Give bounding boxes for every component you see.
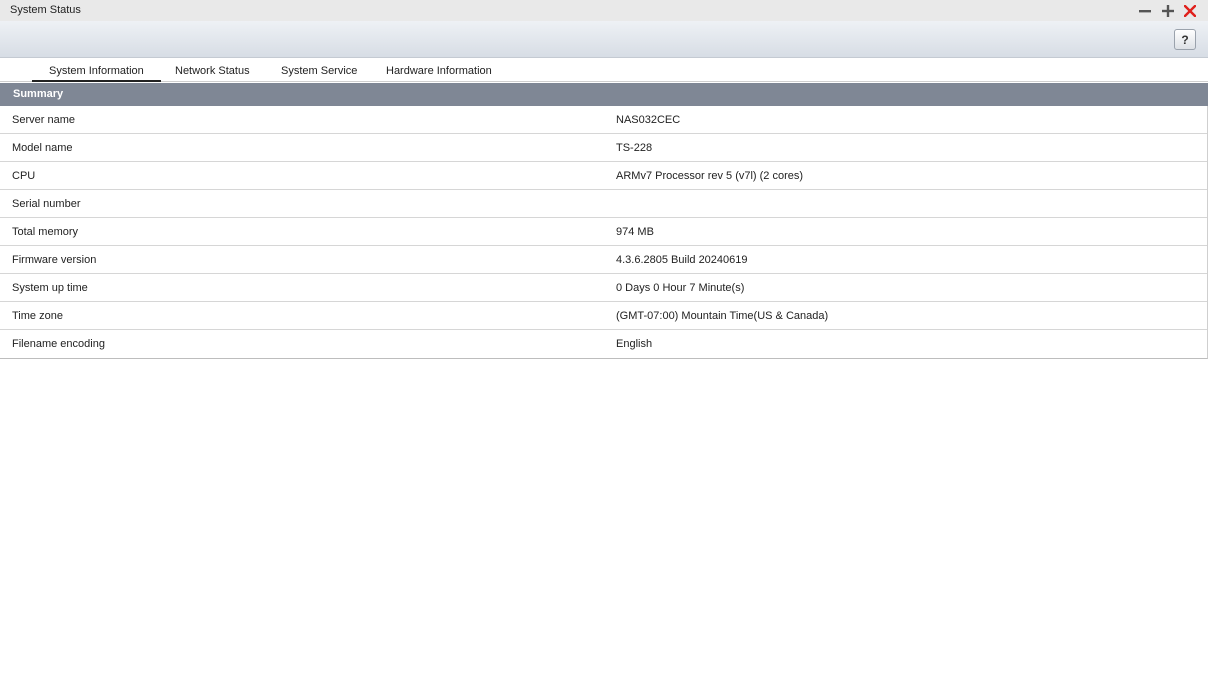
window-title: System Status <box>10 4 81 16</box>
row-value: ARMv7 Processor rev 5 (v7l) (2 cores) <box>616 170 804 182</box>
summary-table: Server name NAS032CEC Model name TS-228 … <box>0 106 1208 359</box>
table-row: Filename encoding English <box>0 330 1207 358</box>
row-label: Firmware version <box>12 254 97 266</box>
row-value: 974 MB <box>616 226 654 238</box>
row-label: System up time <box>12 282 88 294</box>
summary-section-header: Summary <box>0 83 1208 106</box>
tab-hardware-information[interactable]: Hardware Information <box>386 65 492 77</box>
minimize-icon <box>1139 9 1151 12</box>
table-row: System up time 0 Days 0 Hour 7 Minute(s) <box>0 274 1207 302</box>
row-value: English <box>616 338 653 350</box>
row-label: CPU <box>12 170 36 182</box>
table-row: CPU ARMv7 Processor rev 5 (v7l) (2 cores… <box>0 162 1207 190</box>
minimize-button[interactable] <box>1136 2 1154 19</box>
row-label: Total memory <box>12 226 79 238</box>
tab-system-information[interactable]: System Information <box>32 65 161 82</box>
row-label: Time zone <box>12 310 63 322</box>
row-value: 4.3.6.2805 Build 20240619 <box>616 254 748 266</box>
row-value: TS-228 <box>616 142 653 154</box>
maximize-button[interactable] <box>1159 2 1177 19</box>
row-label: Filename encoding <box>12 338 105 350</box>
row-label: Server name <box>12 114 75 126</box>
system-status-window: System Status ? System Information Netwo… <box>0 0 1208 700</box>
title-bar: System Status <box>0 0 1208 21</box>
table-row: Time zone (GMT-07:00) Mountain Time(US &… <box>0 302 1207 330</box>
table-row: Total memory 974 MB <box>0 218 1207 246</box>
table-row: Server name NAS032CEC <box>0 106 1207 134</box>
toolbar: ? <box>0 21 1208 58</box>
table-row: Firmware version 4.3.6.2805 Build 202406… <box>0 246 1207 274</box>
row-label: Serial number <box>12 198 81 210</box>
row-value: NAS032CEC <box>616 114 681 126</box>
help-button[interactable]: ? <box>1174 29 1196 50</box>
row-label: Model name <box>12 142 73 154</box>
row-value: 0 Days 0 Hour 7 Minute(s) <box>616 282 745 294</box>
tab-network-status[interactable]: Network Status <box>175 65 250 77</box>
row-value: (GMT-07:00) Mountain Time(US & Canada) <box>616 310 829 322</box>
plus-icon <box>1162 4 1174 17</box>
table-row: Serial number <box>0 190 1207 218</box>
close-icon <box>1184 4 1196 17</box>
tab-system-service[interactable]: System Service <box>281 65 357 77</box>
tab-bar: System Information Network Status System… <box>0 59 1208 82</box>
close-button[interactable] <box>1181 2 1199 19</box>
help-icon: ? <box>1181 32 1189 47</box>
table-row: Model name TS-228 <box>0 134 1207 162</box>
